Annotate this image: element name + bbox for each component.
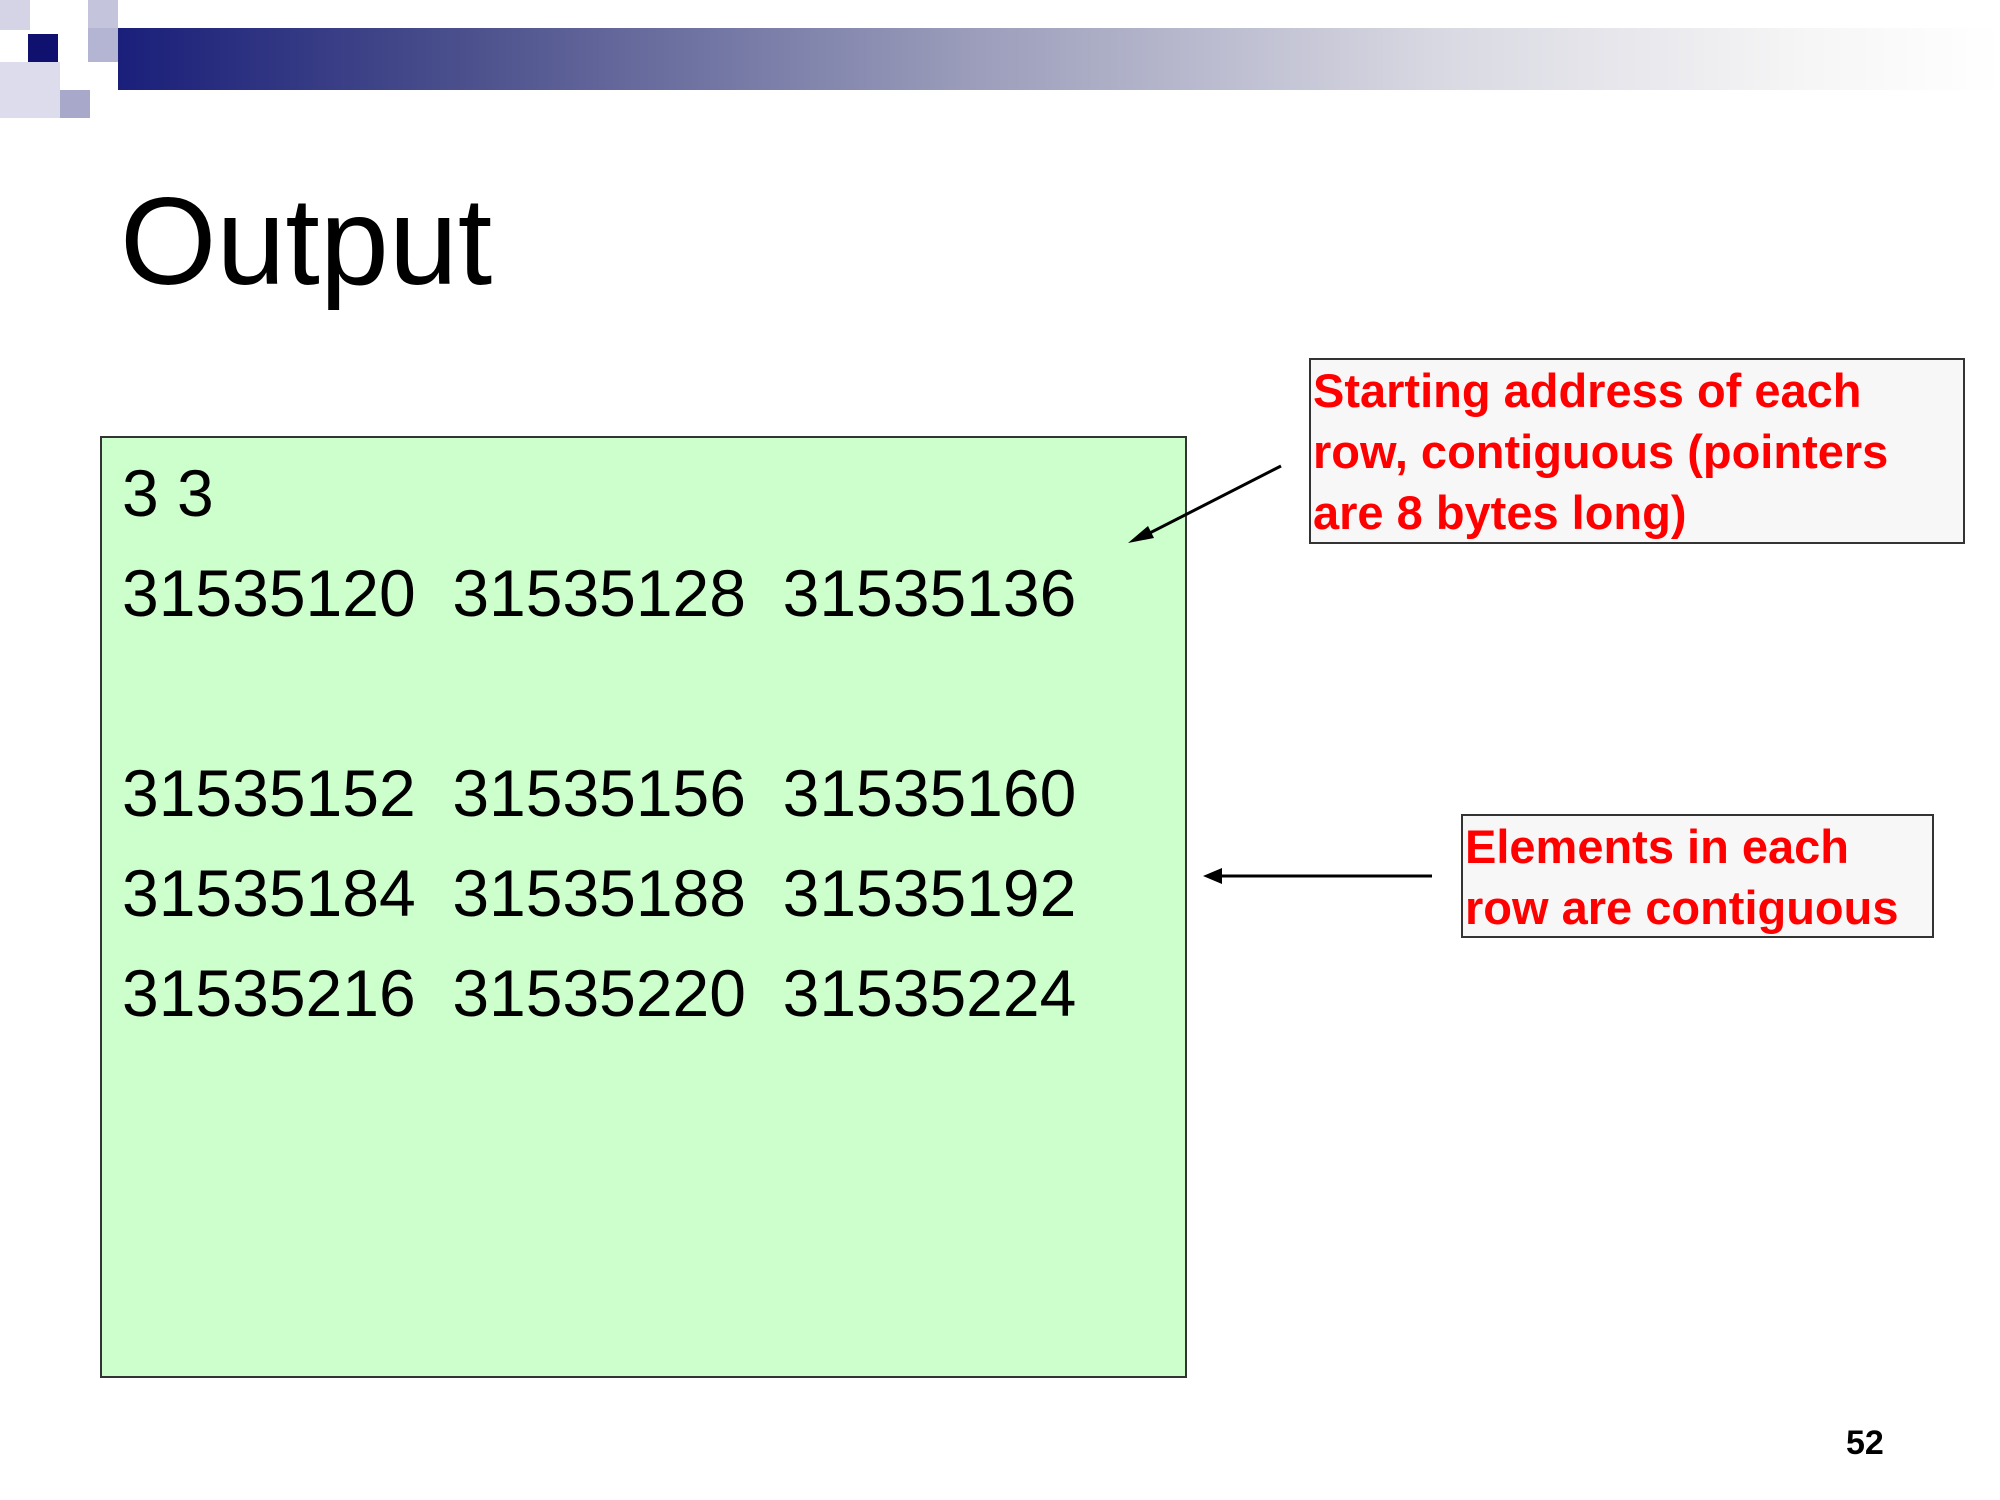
decor-square-light — [0, 62, 60, 118]
slide-title: Output — [120, 173, 493, 311]
arrow-to-row-elements — [1203, 868, 1432, 884]
decor-square-mid — [60, 90, 90, 118]
decor-square-dark — [28, 34, 58, 64]
decor-square-mid — [88, 28, 118, 62]
callout-row-elements: Elements in each row are contiguous — [1461, 814, 1934, 938]
output-line-row-0: 31535152 31535156 31535160 — [122, 756, 1077, 830]
output-line-dimensions: 3 3 — [122, 456, 214, 530]
header-gradient-bar — [118, 28, 2000, 90]
output-line-row-1: 31535184 31535188 31535192 — [122, 856, 1077, 930]
output-line-row-2: 31535216 31535220 31535224 — [122, 956, 1077, 1030]
output-line-row-pointers: 31535120 31535128 31535136 — [122, 556, 1077, 630]
decor-square-light — [0, 0, 30, 30]
page-number: 52 — [1846, 1424, 1884, 1462]
program-output-box: 3 3 31535120 31535128 31535136 31535152 … — [100, 436, 1187, 1378]
decor-square-light — [88, 0, 118, 28]
callout-row-pointers: Starting address of each row, contiguous… — [1309, 358, 1965, 544]
